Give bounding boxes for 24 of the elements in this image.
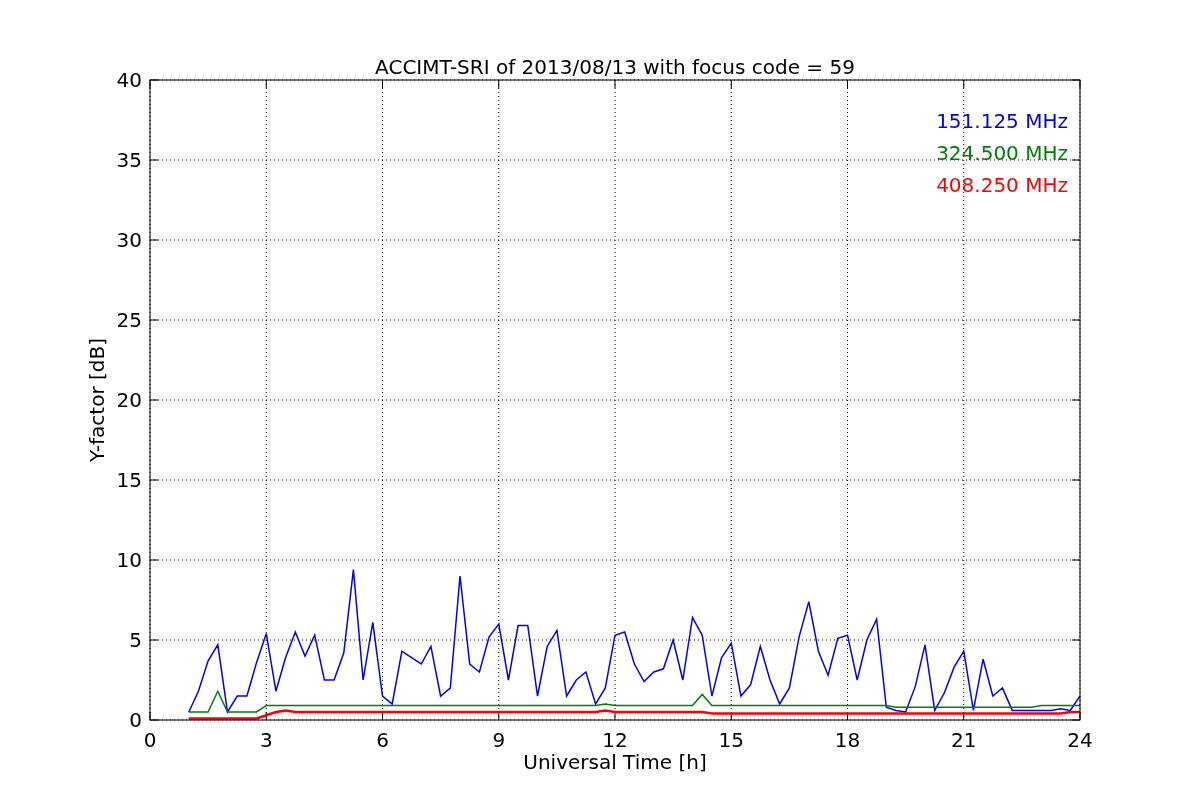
legend-label: 324.500 MHz [936, 141, 1068, 165]
tick-label: 40 [116, 68, 142, 92]
tick-label: 21 [951, 728, 977, 752]
legend-label: 151.125 MHz [936, 109, 1068, 133]
axis-label: Universal Time [h] [523, 750, 707, 774]
tick-label: 18 [834, 728, 861, 752]
tick-label: 25 [116, 308, 142, 332]
tick-label: 3 [259, 728, 273, 752]
tick-label: 15 [718, 728, 744, 752]
chart-title: ACCIMT-SRI of 2013/08/13 with focus code = 59 [375, 55, 855, 79]
legend-label: 408.250 MHz [936, 173, 1068, 197]
axis-label: Y-factor [dB] [85, 338, 109, 462]
tick-label: 0 [129, 708, 142, 732]
tick-label: 24 [1067, 728, 1093, 752]
tick-label: 30 [116, 228, 142, 252]
tick-label: 20 [116, 388, 142, 412]
tick-label: 0 [143, 728, 157, 752]
tick-label: 5 [129, 628, 142, 652]
tick-label: 35 [116, 148, 142, 172]
tick-label: 9 [492, 728, 506, 752]
tick-label: 12 [602, 728, 628, 752]
tick-label: 6 [376, 728, 389, 752]
tick-label: 15 [116, 468, 142, 492]
tick-label: 10 [116, 548, 142, 572]
